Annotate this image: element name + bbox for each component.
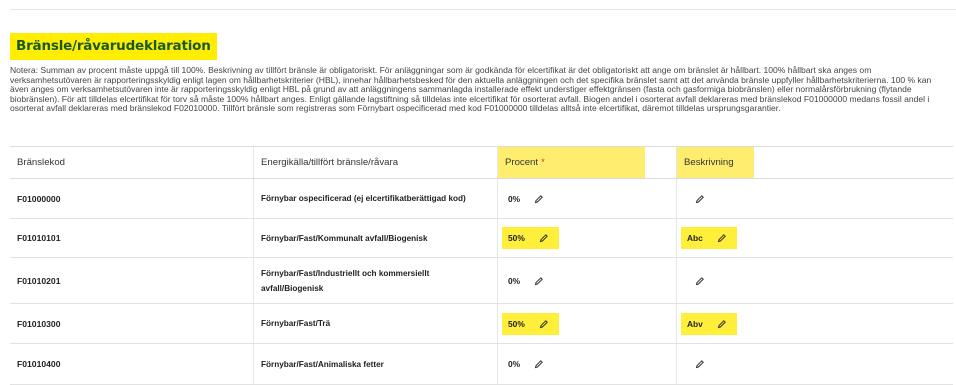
pencil-icon[interactable] — [695, 194, 705, 204]
header-description-cell: Beskrivning — [676, 147, 954, 178]
percent-value[interactable]: 0% — [502, 270, 554, 292]
description-value[interactable] — [695, 353, 705, 375]
pencil-icon[interactable] — [717, 233, 727, 243]
pencil-icon[interactable] — [534, 194, 544, 204]
percent-value[interactable]: 0% — [502, 353, 554, 375]
row-name: Förnybar/Fast/Kommunalt avfall/Biogenisk — [261, 233, 428, 243]
table-header: Bränslekod Energikälla/tillfört bränsle/… — [10, 146, 953, 179]
note-text: Notera: Summan av procent måste uppgå ti… — [10, 65, 932, 114]
row-code: F01010201 — [17, 275, 61, 286]
row-name: Förnybar ospecificerad (ej elcertifikatb… — [261, 194, 466, 203]
header-percent: Procent * — [498, 147, 645, 178]
pencil-icon[interactable] — [539, 233, 549, 243]
header-source: Energikälla/tillfört bränsle/råvara — [253, 147, 497, 178]
description-value[interactable] — [695, 188, 705, 210]
pencil-icon[interactable] — [717, 319, 727, 329]
table-row: F01010300 Förnybar/Fast/Trä 50% Abv — [10, 304, 953, 344]
pencil-icon[interactable] — [534, 359, 544, 369]
row-name: Förnybar/Fast/Animaliska fetter — [261, 359, 384, 369]
table-row: F01010101 Förnybar/Fast/Kommunalt avfall… — [10, 219, 953, 258]
row-code: F01010300 — [17, 318, 61, 329]
header-percent-label: Procent — [505, 157, 539, 168]
description-value[interactable] — [695, 270, 705, 292]
header-description: Beskrivning — [677, 147, 754, 178]
row-code: F01010101 — [17, 233, 61, 243]
description-value[interactable]: Abc — [681, 227, 737, 249]
table-row: F01010201 Förnybar/Fast/Industriellt och… — [10, 258, 953, 304]
pencil-icon[interactable] — [695, 359, 705, 369]
pencil-icon[interactable] — [539, 319, 549, 329]
row-code: F01010400 — [17, 359, 61, 369]
page-title: Bränsle/råvarudeklaration — [16, 38, 211, 54]
percent-value[interactable]: 0% — [502, 188, 554, 210]
header-code: Bränslekod — [17, 157, 65, 168]
top-divider — [10, 9, 956, 10]
table-row: F01000000 Förnybar ospecificerad (ej elc… — [10, 179, 953, 219]
percent-value[interactable]: 50% — [502, 227, 559, 249]
required-marker: * — [541, 157, 545, 168]
percent-value[interactable]: 50% — [502, 312, 559, 335]
row-code: F01000000 — [17, 193, 61, 204]
description-value[interactable]: Abv — [681, 312, 737, 335]
fuel-table: Bränslekod Energikälla/tillfört bränsle/… — [10, 146, 953, 385]
header-percent-cell: Procent * — [497, 147, 676, 178]
row-name: Förnybar/Fast/Industriellt och kommersie… — [261, 268, 430, 293]
section-title-highlight: Bränsle/råvarudeklaration — [10, 33, 217, 60]
pencil-icon[interactable] — [695, 276, 705, 286]
row-name: Förnybar/Fast/Trä — [261, 319, 331, 328]
pencil-icon[interactable] — [534, 276, 544, 286]
table-row: F01010400 Förnybar/Fast/Animaliska fette… — [10, 344, 953, 385]
header-description-label: Beskrivning — [684, 157, 734, 168]
